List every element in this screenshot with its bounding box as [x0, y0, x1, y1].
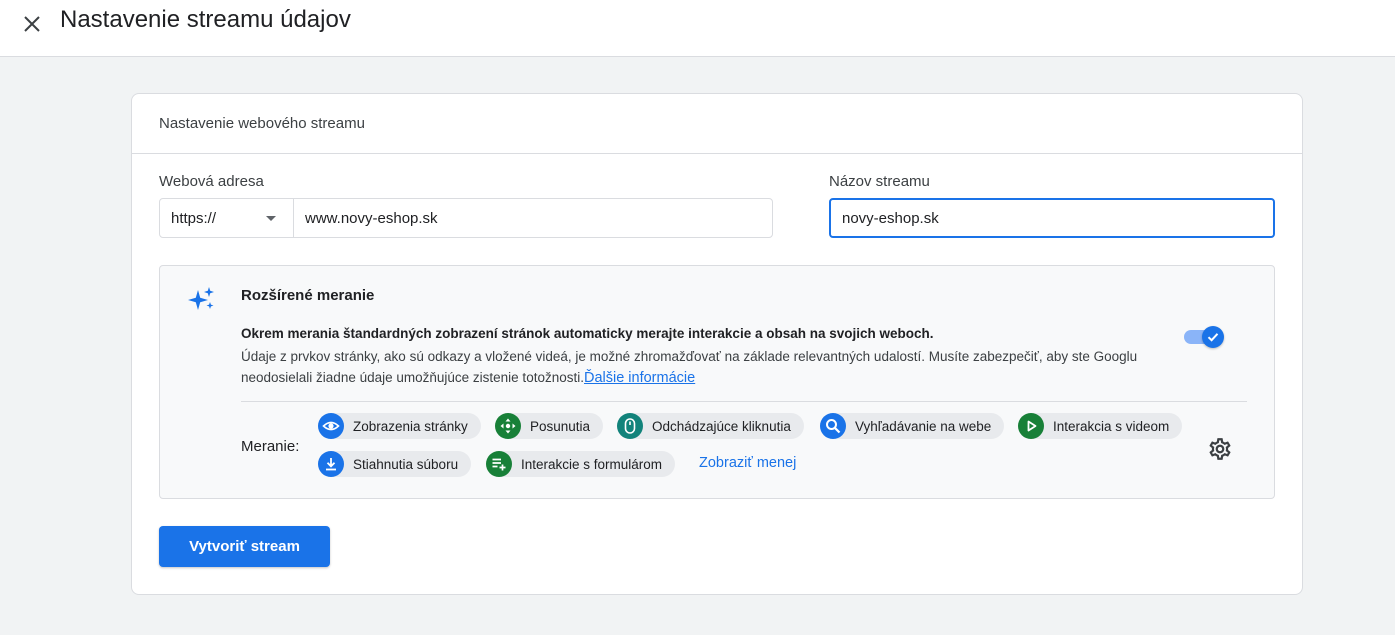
measurement-label: Meranie:: [241, 438, 300, 455]
enhanced-measurement-description: Údaje z prvkov stránky, ako sú odkazy a …: [241, 346, 1181, 389]
enhanced-measurement-summary: Okrem merania štandardných zobrazení str…: [241, 326, 934, 341]
enhanced-measurement-title: Rozšírené meranie: [241, 287, 375, 304]
close-icon: [24, 16, 40, 32]
web-address-input[interactable]: [294, 199, 772, 237]
card-title: Nastavenie webového streamu: [132, 94, 1302, 154]
stream-name-label: Názov streamu: [829, 173, 930, 190]
gear-icon[interactable]: [1207, 436, 1233, 462]
download-icon: [318, 451, 344, 477]
create-stream-button[interactable]: Vytvoriť stream: [159, 526, 330, 567]
chip-label: Odchádzajúce kliknutia: [652, 418, 791, 434]
chip-label: Interakcie s formulárom: [521, 456, 663, 472]
chip-video-engagement[interactable]: Interakcia s videom: [1018, 413, 1183, 439]
page-title: Nastavenie streamu údajov: [60, 6, 351, 33]
chip-label: Stiahnutia súboru: [353, 456, 459, 472]
enhanced-measurement-toggle[interactable]: [1184, 326, 1226, 350]
chip-label: Posunutia: [530, 418, 591, 434]
stream-name-input[interactable]: [829, 198, 1275, 238]
protocol-value: https://: [171, 209, 217, 227]
form-add-icon: [486, 451, 512, 477]
enhanced-measurement-panel: Rozšírené meranie Okrem merania štandard…: [159, 265, 1275, 499]
search-icon: [820, 413, 846, 439]
show-less-link[interactable]: Zobraziť menej: [699, 455, 796, 471]
web-stream-card: Nastavenie webového streamu Webová adres…: [131, 93, 1303, 595]
chip-outbound-clicks[interactable]: Odchádzajúce kliknutia: [617, 413, 804, 439]
scroll-icon: [495, 413, 521, 439]
chip-scrolls[interactable]: Posunutia: [495, 413, 604, 439]
chip-site-search[interactable]: Vyhľadávanie na webe: [820, 413, 1005, 439]
chip-label: Interakcia s videom: [1053, 418, 1170, 434]
toggle-thumb: [1202, 326, 1224, 348]
chip-form-interactions[interactable]: Interakcie s formulárom: [486, 451, 676, 477]
mouse-icon: [617, 413, 643, 439]
sparkle-icon: [188, 287, 214, 310]
web-address-group: https://: [159, 198, 773, 238]
play-icon: [1018, 413, 1044, 439]
web-address-label: Webová adresa: [159, 173, 264, 190]
protocol-select[interactable]: https://: [160, 199, 294, 237]
learn-more-link[interactable]: Ďalšie informácie: [584, 370, 695, 386]
close-button[interactable]: [14, 6, 50, 42]
eye-icon: [318, 413, 344, 439]
chip-page-views[interactable]: Zobrazenia stránky: [318, 413, 481, 439]
divider: [241, 401, 1247, 402]
chip-file-downloads[interactable]: Stiahnutia súboru: [318, 451, 472, 477]
check-icon: [1207, 333, 1219, 342]
chevron-down-icon: [266, 216, 276, 221]
top-bar: Nastavenie streamu údajov: [0, 0, 1395, 57]
chip-label: Vyhľadávanie na webe: [855, 418, 992, 434]
chip-label: Zobrazenia stránky: [353, 418, 468, 434]
